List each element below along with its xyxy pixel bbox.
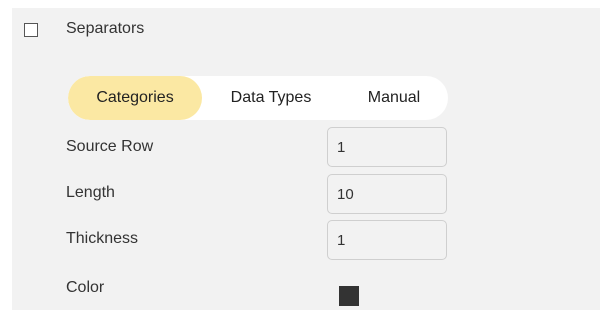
length-input[interactable] (327, 174, 447, 214)
thickness-input[interactable] (327, 220, 447, 260)
tab-data-types[interactable]: Data Types (202, 76, 340, 120)
color-label: Color (66, 279, 105, 296)
source-row-label: Source Row (66, 138, 154, 155)
separators-checkbox[interactable] (24, 23, 38, 37)
separator-mode-tabs: Categories Data Types Manual (68, 76, 448, 120)
tab-categories[interactable]: Categories (68, 76, 202, 120)
thickness-label: Thickness (66, 230, 139, 247)
section-title: Separators (66, 20, 145, 37)
separators-panel: Separators Categories Data Types Manual … (12, 8, 600, 310)
color-swatch[interactable] (339, 286, 359, 306)
length-label: Length (66, 184, 115, 201)
source-row-input[interactable] (327, 127, 447, 167)
tab-manual[interactable]: Manual (340, 76, 448, 120)
